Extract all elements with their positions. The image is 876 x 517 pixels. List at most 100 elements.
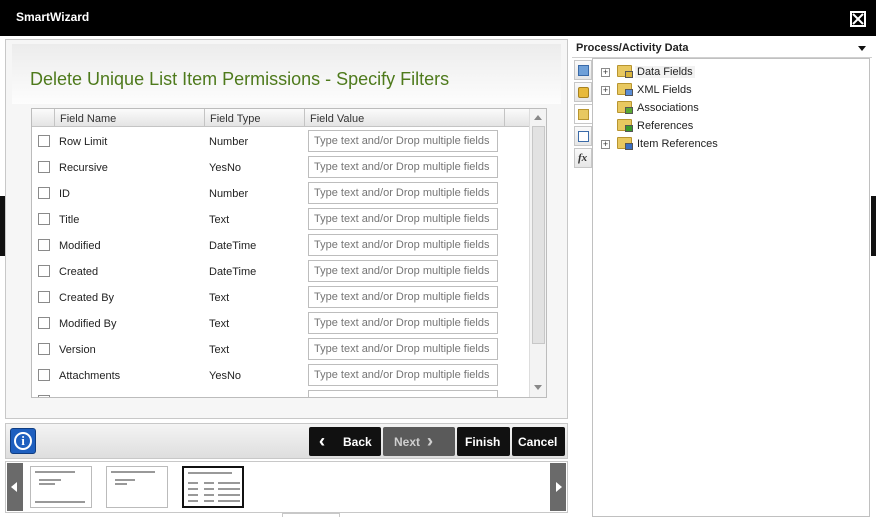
chevron-right-icon [556,482,562,492]
cancel-button[interactable]: Cancel [512,427,565,456]
next-button[interactable]: Next ›› [383,427,455,456]
field-name: Created By [59,292,115,304]
row-checkbox[interactable] [38,187,50,199]
field-value-input[interactable] [308,130,498,152]
field-type: YesNo [209,370,242,382]
tab-process-data[interactable] [574,60,592,80]
table-row: Modified DateTime [32,232,529,258]
row-checkbox[interactable] [38,135,50,147]
table-row [32,388,529,397]
field-value-input[interactable] [308,286,498,308]
field-type: YesNo [209,162,242,174]
row-checkbox[interactable] [38,395,50,397]
step-thumbnail[interactable] [106,466,168,508]
side-panel-header: Process/Activity Data [572,39,872,58]
field-value-input[interactable] [308,338,498,360]
info-button[interactable]: i [10,428,36,454]
field-value-input[interactable] [308,234,498,256]
expand-icon[interactable]: + [601,86,610,95]
step-thumbnail-bar [5,461,568,513]
row-checkbox[interactable] [38,239,50,251]
row-checkbox[interactable] [38,369,50,381]
column-separator [304,109,305,127]
folder-icon [578,109,589,120]
table-row: Created By Text [32,284,529,310]
data-tree: + Data Fields + XML Fields Associations … [592,58,870,517]
table-row: Created DateTime [32,258,529,284]
wizard-panel: Delete Unique List Item Permissions - Sp… [5,39,568,419]
wizard-toolbar: i ‹‹ Back Next ›› Finish Cancel [5,423,568,459]
info-icon: i [14,432,32,450]
table-row: Row Limit Number [32,128,529,154]
tab-folder[interactable] [574,104,593,124]
table-row: Title Text [32,206,529,232]
scroll-down-icon[interactable] [534,385,542,390]
field-value-input[interactable] [308,364,498,386]
grid-body: Row Limit Number Recursive YesNo ID Numb… [32,128,529,397]
field-name: Created [59,266,99,278]
tab-function[interactable]: fx [574,148,592,168]
row-checkbox[interactable] [38,265,50,277]
step-thumbnail[interactable] [30,466,92,508]
field-name: Modified [59,240,101,252]
tree-node-label: XML Fields [637,84,692,96]
references-icon [625,125,633,132]
back-button[interactable]: ‹‹ Back [309,427,381,456]
field-value-input[interactable] [308,390,498,397]
table-row: Attachments YesNo [32,362,529,388]
tab-list[interactable] [574,126,592,146]
associations-icon [625,107,633,114]
step-thumbnail-current[interactable] [182,466,244,508]
function-icon: fx [578,152,588,164]
close-icon[interactable] [850,11,866,27]
row-checkbox[interactable] [38,317,50,329]
xml-icon [625,89,633,96]
field-name: ID [59,188,70,200]
field-name: Recursive [59,162,108,174]
row-checkbox[interactable] [38,291,50,303]
window-titlebar: SmartWizard [0,0,876,36]
field-type: Number [209,136,249,148]
row-checkbox[interactable] [38,213,50,225]
expand-icon[interactable]: + [601,68,610,77]
list-icon [578,131,589,142]
tree-node-label: Item References [637,138,718,150]
chevron-down-icon[interactable] [858,46,866,51]
field-value-input[interactable] [308,156,498,178]
bottom-collapse-handle[interactable] [282,513,340,517]
column-header-field-name[interactable]: Field Name [60,113,116,125]
field-type: Text [209,292,230,304]
data-fields-icon [625,71,633,78]
window-title: SmartWizard [16,10,90,24]
back-label: Back [343,435,372,449]
field-value-input[interactable] [308,182,498,204]
field-type: DateTime [209,266,257,278]
field-type: Text [209,318,230,330]
field-type: Text [209,344,230,356]
tree-node-label: Data Fields [635,66,695,78]
tab-database[interactable] [574,82,592,102]
field-value-input[interactable] [308,312,498,334]
thumbnail-next-button[interactable] [550,463,566,511]
page-title: Delete Unique List Item Permissions - Sp… [30,69,450,89]
scrollbar-thumb[interactable] [532,126,545,344]
grid-scrollbar[interactable] [529,109,546,397]
table-row: Modified By Text [32,310,529,336]
row-checkbox[interactable] [38,343,50,355]
field-type: Number [209,188,249,200]
field-value-input[interactable] [308,260,498,282]
field-value-input[interactable] [308,208,498,230]
finish-button[interactable]: Finish [457,427,510,456]
wizard-header: Delete Unique List Item Permissions - Sp… [12,44,561,104]
table-row: Version Text [32,336,529,362]
thumbnail-prev-button[interactable] [7,463,23,511]
table-row: Recursive YesNo [32,154,529,180]
row-checkbox[interactable] [38,161,50,173]
column-header-field-value[interactable]: Field Value [310,113,364,125]
side-panel-title: Process/Activity Data [576,42,689,54]
scroll-up-icon[interactable] [534,115,542,120]
column-header-field-type[interactable]: Field Type [210,113,261,125]
expand-icon[interactable]: + [601,140,610,149]
process-data-icon [578,65,589,76]
grid-header: Field Name Field Type Field Value [32,109,546,127]
